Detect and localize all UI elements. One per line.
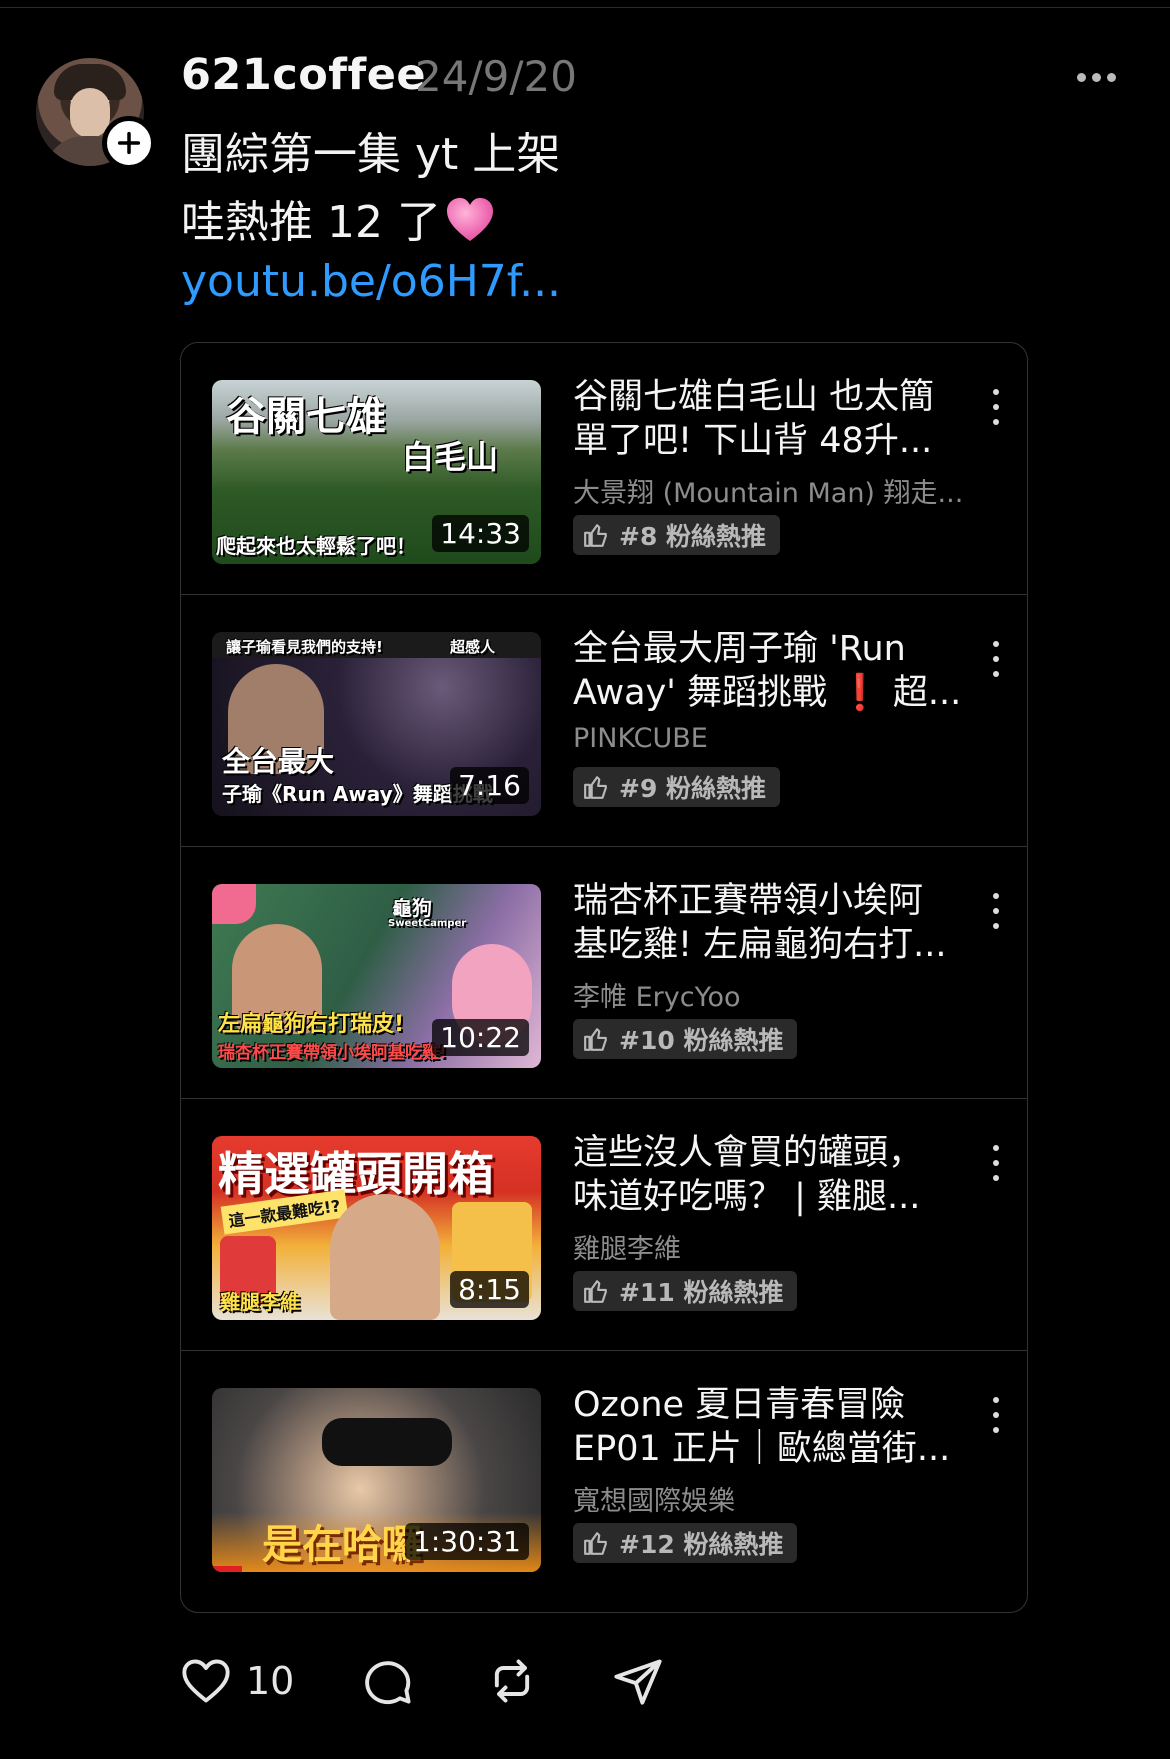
comment-icon <box>365 1661 411 1705</box>
post-actions: 10 <box>180 1655 880 1715</box>
video-duration: 8:15 <box>450 1271 529 1308</box>
thumbs-up-icon <box>584 1028 607 1051</box>
more-vertical-icon[interactable] <box>991 1397 1001 1433</box>
video-title[interactable]: 谷關七雄白毛山 也太簡 單了吧! 下山背 48升... <box>573 375 963 463</box>
video-title-line-2: 單了吧! 下山背 48升... <box>573 421 933 461</box>
thumbs-up-icon <box>584 524 607 547</box>
video-thumbnail[interactable]: 龜狗 SweetCamper 左扁龜狗右打瑞皮! 瑞杏杯正賽帶領小埃阿基吃雞! … <box>212 884 541 1068</box>
video-title-line-1: 這些沒人會買的罐頭， <box>573 1133 924 1173</box>
like-button[interactable]: 10 <box>180 1655 294 1707</box>
video-item[interactable]: 龜狗 SweetCamper 左扁龜狗右打瑞皮! 瑞杏杯正賽帶領小埃阿基吃雞! … <box>181 847 1027 1099</box>
video-duration: 10:22 <box>432 1019 529 1056</box>
top-divider <box>0 0 1170 8</box>
video-title[interactable]: 瑞杏杯正賽帶領小埃阿 基吃雞! 左扁龜狗右打... <box>573 879 963 967</box>
rank-label: #11 粉絲熱推 <box>619 1278 784 1307</box>
video-duration: 7:16 <box>450 767 529 804</box>
rank-badge: #12 粉絲熱推 <box>573 1523 798 1563</box>
video-duration: 1:30:31 <box>405 1523 529 1560</box>
video-title-line-1: 瑞杏杯正賽帶領小埃阿 <box>573 881 924 921</box>
video-item[interactable]: 谷關七雄 白毛山 爬起來也太輕鬆了吧！ 14:33 谷關七雄白毛山 也太簡 單了吧… <box>181 343 1027 595</box>
video-channel[interactable]: 大景翔 (Mountain Man) 翔走... <box>573 471 973 510</box>
thumbnail-text: 超感人 <box>450 638 496 656</box>
rank-badge: #8 粉絲熱推 <box>573 515 781 555</box>
rank-badge: #9 粉絲熱推 <box>573 767 781 807</box>
video-title-line-1: 全台最大周子瑜 'Run <box>573 629 906 669</box>
thumbnail-text: 白毛山 <box>402 438 499 476</box>
like-count: 10 <box>246 1659 295 1703</box>
video-channel[interactable]: 寬想國際娛樂 <box>573 1479 973 1518</box>
video-duration: 14:33 <box>432 515 529 552</box>
rank-label: #12 粉絲熱推 <box>619 1530 784 1559</box>
video-thumbnail[interactable]: 谷關七雄 白毛山 爬起來也太輕鬆了吧！ 14:33 <box>212 380 541 564</box>
follow-button[interactable] <box>102 116 156 170</box>
video-channel[interactable]: 雞腿李維 <box>573 1227 973 1266</box>
post-text-line-2-text: 哇熱推 12 了 <box>181 197 441 248</box>
more-vertical-icon[interactable] <box>991 1145 1001 1181</box>
more-vertical-icon[interactable] <box>991 389 1001 425</box>
video-title-line-2: Away' 舞蹈挑戰 ❗ 超... <box>573 673 962 713</box>
rank-badge: #11 粉絲熱推 <box>573 1271 798 1311</box>
video-title-line-1: Ozone 夏日青春冒險 <box>573 1385 906 1425</box>
username[interactable]: 621coffee <box>181 50 426 100</box>
video-channel[interactable]: 李帷 ErycYoo <box>573 975 973 1014</box>
rank-label: #9 粉絲熱推 <box>619 774 767 803</box>
video-title[interactable]: 全台最大周子瑜 'Run Away' 舞蹈挑戰 ❗ 超... <box>573 627 963 715</box>
thumbnail-text: 雞腿李維 <box>220 1290 300 1314</box>
post-link[interactable]: youtu.be/o6H7f... <box>181 256 561 307</box>
post-text-line-2: 哇熱推 12 了 <box>181 186 495 250</box>
video-channel[interactable]: PINKCUBE <box>573 723 973 754</box>
thumbs-up-icon <box>584 1532 607 1555</box>
repost-button[interactable] <box>486 1655 538 1707</box>
rank-label: #8 粉絲熱推 <box>619 522 767 551</box>
thumbnail-text: 爬起來也太輕鬆了吧！ <box>216 534 416 558</box>
video-item[interactable]: 精選罐頭開箱 這一款最難吃!? 雞腿李維 8:15 這些沒人會買的罐頭， 味道好吃… <box>181 1099 1027 1351</box>
plus-icon <box>117 131 141 155</box>
video-thumbnail[interactable]: 是在哈囉 1:30:31 <box>212 1388 541 1572</box>
pink-heart-emoji-icon <box>446 198 493 241</box>
more-vertical-icon[interactable] <box>991 893 1001 929</box>
video-title-line-2: EP01 正片｜歐總當街... <box>573 1429 951 1469</box>
video-list-card: 谷關七雄 白毛山 爬起來也太輕鬆了吧！ 14:33 谷關七雄白毛山 也太簡 單了吧… <box>180 342 1028 1613</box>
thumbnail-text: 全台最大 <box>222 745 335 778</box>
more-vertical-icon[interactable] <box>991 641 1001 677</box>
thumbs-up-icon <box>584 1280 607 1303</box>
heart-icon <box>182 1659 230 1703</box>
video-thumbnail[interactable]: 讓子瑜看見我們的支持! 超感人 全台最大 子瑜《Run Away》舞蹈挑戰 7:… <box>212 632 541 816</box>
thumbnail-text: 讓子瑜看見我們的支持! <box>226 638 383 656</box>
thumbnail-text: 瑞杏杯正賽帶領小埃阿基吃雞! <box>218 1043 447 1063</box>
video-title[interactable]: 這些沒人會買的罐頭， 味道好吃嗎？ | 雞腿... <box>573 1131 963 1219</box>
rank-label: #10 粉絲熱推 <box>619 1026 784 1055</box>
thumbnail-text: 谷關七雄 <box>226 394 386 440</box>
share-button[interactable] <box>612 1655 664 1707</box>
thumbnail-text: 龜狗 <box>392 896 432 920</box>
video-item[interactable]: 是在哈囉 1:30:31 Ozone 夏日青春冒險 EP01 正片｜歐總當街...… <box>181 1351 1027 1603</box>
thumbnail-text: 精選罐頭開箱 <box>218 1147 494 1201</box>
comment-button[interactable] <box>362 1655 414 1707</box>
video-item[interactable]: 讓子瑜看見我們的支持! 超感人 全台最大 子瑜《Run Away》舞蹈挑戰 7:… <box>181 595 1027 847</box>
post-text-line-1: 團綜第一集 yt 上架 <box>181 129 561 180</box>
rank-badge: #10 粉絲熱推 <box>573 1019 798 1059</box>
video-title[interactable]: Ozone 夏日青春冒險 EP01 正片｜歐總當街... <box>573 1383 963 1471</box>
thumbnail-text: 是在哈囉 <box>262 1522 422 1568</box>
thumbnail-text: 左扁龜狗右打瑞皮! <box>218 1012 405 1037</box>
video-thumbnail[interactable]: 精選罐頭開箱 這一款最難吃!? 雞腿李維 8:15 <box>212 1136 541 1320</box>
more-horizontal-icon[interactable] <box>1077 62 1125 92</box>
video-title-line-2: 基吃雞! 左扁龜狗右打... <box>573 925 947 965</box>
video-title-line-2: 味道好吃嗎？ | 雞腿... <box>573 1177 921 1217</box>
repost-icon <box>494 1659 530 1703</box>
post-timestamp: 24/9/20 <box>415 52 577 101</box>
thumbs-up-icon <box>584 776 607 799</box>
video-title-line-1: 谷關七雄白毛山 也太簡 <box>573 377 935 417</box>
send-icon <box>614 1659 662 1705</box>
thumbnail-text: SweetCamper <box>388 918 467 929</box>
